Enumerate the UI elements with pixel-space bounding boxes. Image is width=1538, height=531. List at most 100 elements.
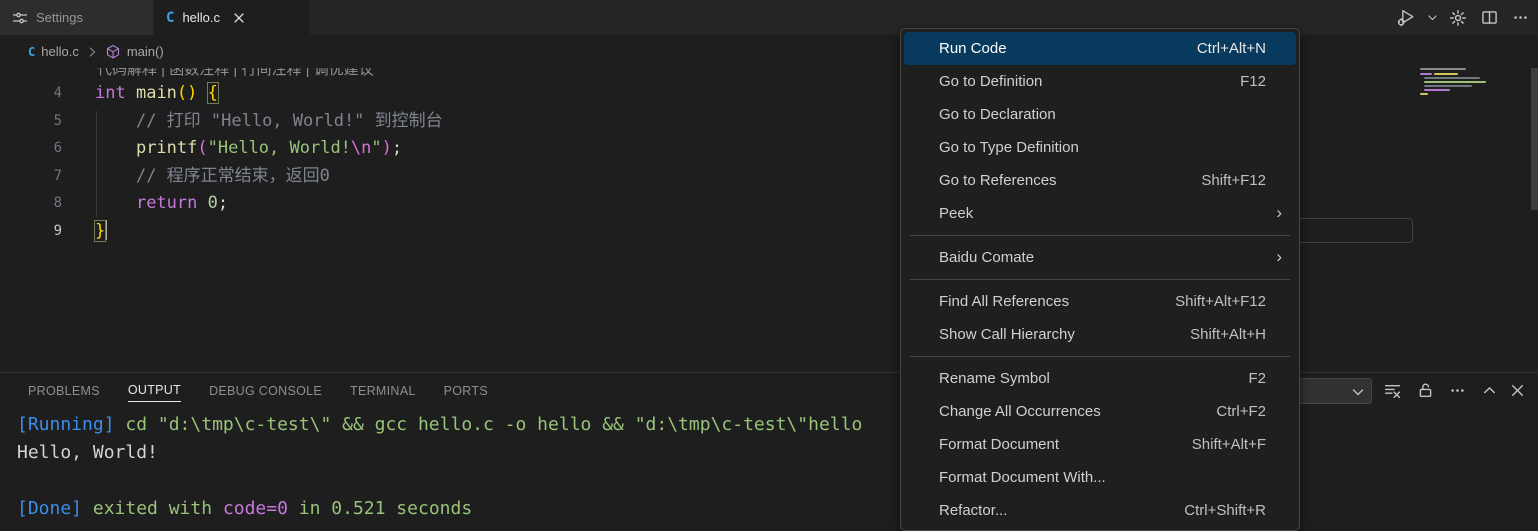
close-tab-icon[interactable] — [232, 11, 246, 25]
close-panel-icon[interactable] — [1508, 381, 1526, 399]
menu-item-go-to-references[interactable]: Go to ReferencesShift+F12 — [904, 164, 1296, 197]
code-text: // 程序正常结束，返回0 — [95, 163, 330, 191]
menu-item-format-document[interactable]: Format DocumentShift+Alt+F — [904, 428, 1296, 461]
line-number: 7 — [0, 163, 62, 191]
c-file-icon: C — [166, 10, 174, 26]
minimap-line — [1424, 89, 1450, 91]
menu-item-find-all-references[interactable]: Find All ReferencesShift+Alt+F12 — [904, 285, 1296, 318]
menu-item-shortcut: Ctrl+F2 — [1216, 403, 1266, 420]
line-number: 6 — [0, 135, 62, 163]
editor-tab-bar: Settings C hello.c — [0, 0, 1538, 35]
chevron-right-icon — [85, 45, 99, 59]
minimap-line — [1434, 73, 1458, 75]
minimap-line — [1424, 77, 1480, 79]
code-text: // 打印 "Hello, World!" 到控制台 — [95, 108, 443, 136]
symbol-method-icon — [105, 44, 121, 60]
code-text: printf("Hello, World!\n"); — [95, 135, 402, 163]
code-line-7: 7 // 程序正常结束，返回0 — [0, 163, 1538, 191]
ellipsis-icon[interactable] — [1508, 6, 1532, 30]
settings-sliders-icon — [12, 10, 28, 26]
split-editor-icon[interactable] — [1477, 6, 1501, 30]
run-or-debug-icon[interactable] — [1394, 6, 1418, 30]
menu-item-shortcut: Shift+Alt+F12 — [1175, 293, 1266, 310]
menu-separator — [910, 356, 1290, 357]
menu-item-shortcut: Shift+Alt+F — [1192, 436, 1266, 453]
menu-item-refactor[interactable]: Refactor...Ctrl+Shift+R — [904, 494, 1296, 527]
menu-item-shortcut: Ctrl+Shift+R — [1184, 502, 1266, 519]
code-text: return 0; — [95, 190, 228, 218]
output-line: [Done] exited with code=0 in 0.521 secon… — [17, 495, 472, 523]
breadcrumb-symbol[interactable]: main() — [127, 44, 164, 59]
menu-item-shortcut: Shift+Alt+H — [1190, 326, 1266, 343]
panel-controls — [0, 373, 1538, 406]
menu-item-label: Baidu Comate — [939, 249, 1266, 266]
output-console[interactable]: [Running] cd "d:\tmp\c-test\" && gcc hel… — [17, 411, 1538, 524]
editor-scrollbar[interactable] — [1531, 68, 1538, 210]
menu-item-label: Go to Declaration — [939, 106, 1266, 123]
unlock-icon[interactable] — [1416, 381, 1434, 399]
menu-item-run-code[interactable]: Run CodeCtrl+Alt+N — [904, 32, 1296, 65]
line-number: 4 — [0, 80, 62, 108]
menu-item-show-call-hierarchy[interactable]: Show Call HierarchyShift+Alt+H — [904, 318, 1296, 351]
menu-item-label: Find All References — [939, 293, 1175, 310]
menu-item-change-all-occurrences[interactable]: Change All OccurrencesCtrl+F2 — [904, 395, 1296, 428]
context-menu: Run CodeCtrl+Alt+NGo to DefinitionF12Go … — [900, 28, 1300, 531]
menu-item-go-to-type-definition[interactable]: Go to Type Definition — [904, 131, 1296, 164]
chevron-down-icon[interactable] — [1425, 6, 1439, 30]
menu-item-shortcut: F12 — [1240, 73, 1266, 90]
code-line-6: 6 printf("Hello, World!\n"); — [0, 135, 1538, 163]
codelens-links[interactable]: 代码解释 | 函数注释 | 行间注释 | 调优建议 — [97, 68, 374, 79]
menu-item-label: Rename Symbol — [939, 370, 1248, 387]
menu-item-format-document-with[interactable]: Format Document With... — [904, 461, 1296, 494]
menu-item-label: Show Call Hierarchy — [939, 326, 1190, 343]
submenu-chevron-icon: › — [1276, 203, 1282, 223]
submenu-chevron-icon: › — [1276, 247, 1282, 267]
line-number: 8 — [0, 190, 62, 218]
menu-item-go-to-declaration[interactable]: Go to Declaration — [904, 98, 1296, 131]
tab-label: Settings — [36, 10, 83, 25]
gear-icon[interactable] — [1446, 6, 1470, 30]
minimap-line — [1424, 85, 1472, 87]
minimap-line — [1420, 73, 1432, 75]
minimap-line — [1420, 93, 1428, 95]
ellipsis-icon[interactable] — [1448, 381, 1466, 399]
code-line-8: 8 return 0; — [0, 190, 1538, 218]
menu-item-peek[interactable]: Peek › — [904, 197, 1296, 230]
code-text: } — [95, 218, 107, 246]
maximize-panel-icon[interactable] — [1480, 381, 1498, 399]
menu-separator — [910, 235, 1290, 236]
tab-hello-c[interactable]: C hello.c — [154, 0, 310, 35]
breadcrumb: C hello.c main() — [0, 35, 1538, 68]
menu-item-go-to-definition[interactable]: Go to DefinitionF12 — [904, 65, 1296, 98]
text-cursor — [105, 220, 107, 240]
menu-separator — [910, 279, 1290, 280]
editor-actions — [1394, 0, 1532, 35]
menu-item-shortcut: F2 — [1248, 370, 1266, 387]
bottom-panel: PROBLEMSOUTPUTDEBUG CONSOLETERMINALPORTS — [0, 372, 1538, 524]
output-line: [Running] cd "d:\tmp\c-test\" && gcc hel… — [17, 411, 862, 439]
minimap[interactable] — [1408, 68, 1528, 188]
tab-settings[interactable]: Settings — [0, 0, 153, 35]
menu-item-label: Peek — [939, 205, 1266, 222]
menu-item-label: Refactor... — [939, 502, 1184, 519]
code-text: int main() { — [95, 80, 218, 108]
minimap-line — [1424, 81, 1486, 83]
code-line-5: 5 // 打印 "Hello, World!" 到控制台 — [0, 108, 1538, 136]
menu-item-baidu-comate[interactable]: Baidu Comate › — [904, 241, 1296, 274]
menu-item-label: Go to Definition — [939, 73, 1240, 90]
clear-output-icon[interactable] — [1383, 381, 1401, 399]
menu-item-shortcut: Ctrl+Alt+N — [1197, 40, 1266, 57]
menu-item-rename-symbol[interactable]: Rename SymbolF2 — [904, 362, 1296, 395]
output-line: Hello, World! — [17, 439, 158, 467]
code-line-4: 4 int main() { — [0, 80, 1538, 108]
c-file-icon: C — [28, 45, 35, 59]
menu-item-label: Format Document — [939, 436, 1192, 453]
menu-item-label: Go to Type Definition — [939, 139, 1266, 156]
line-number: 9 — [0, 218, 62, 246]
minimap-line — [1420, 68, 1466, 70]
menu-item-label: Go to References — [939, 172, 1201, 189]
breadcrumb-file[interactable]: hello.c — [41, 44, 79, 59]
code-editor[interactable]: 代码解释 | 函数注释 | 行间注释 | 调优建议 4 int main() {5… — [0, 68, 1538, 372]
menu-item-label: Run Code — [939, 40, 1197, 57]
tab-label: hello.c — [182, 10, 220, 25]
